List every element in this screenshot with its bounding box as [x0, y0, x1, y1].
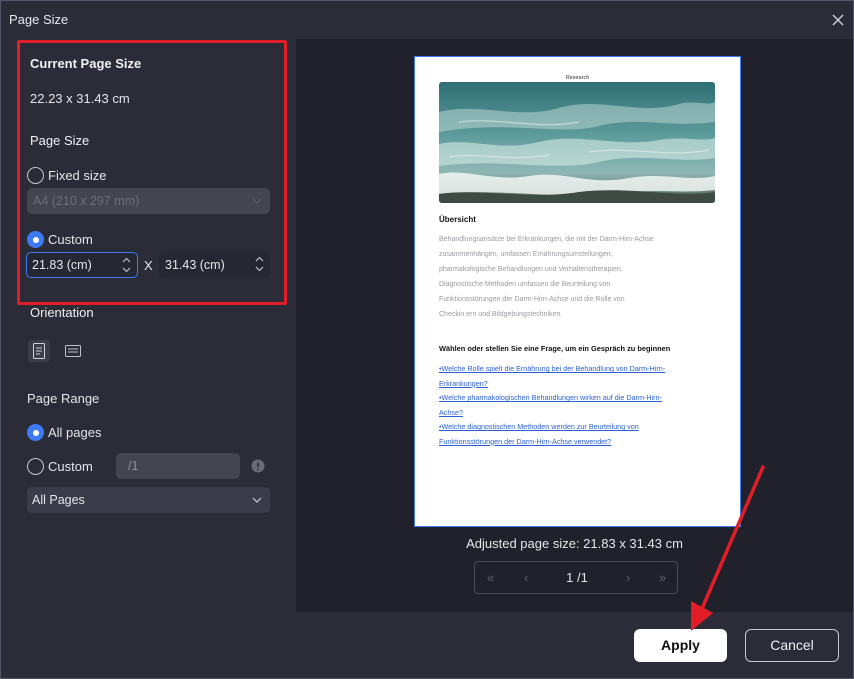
fixed-size-value: A4 (210 x 297 mm)	[33, 194, 140, 208]
preview-link-line: Funktionsstörungen der Darm-Hirn-Achse v…	[439, 436, 612, 446]
current-size-value: 22.23 x 31.43 cm	[30, 91, 130, 106]
all-pages-radio[interactable]	[27, 424, 44, 441]
range-custom-label[interactable]: Custom	[48, 459, 93, 474]
range-custom-radio[interactable]	[27, 458, 44, 475]
preview-paragraph-line: Checkin ern und Bildgebungstechniken.	[439, 311, 563, 318]
landscape-icon	[65, 345, 81, 357]
page-range-select[interactable]: All Pages	[27, 487, 270, 513]
preview-link-line: •Welche Rolle spielt die Ernährung bei d…	[439, 364, 666, 373]
page-navigator: « ‹ 1 /1 › »	[474, 561, 678, 594]
preview-heading-question: Wählen oder stellen Sie eine Frage, um e…	[439, 344, 671, 353]
height-input[interactable]: 31.43 (cm)	[159, 252, 270, 278]
preview-heading-overview: Übersicht	[439, 215, 476, 224]
page-size-heading: Page Size	[30, 133, 90, 148]
preview-question-links: •Welche Rolle spielt die Ernährung bei d…	[439, 362, 729, 449]
custom-size-radio[interactable]	[27, 231, 44, 248]
preview-link-line: •Welche pharmakologischen Behandlungen w…	[439, 393, 662, 402]
preview-link-line: Erkrankungen?	[439, 378, 488, 388]
fixed-size-radio[interactable]	[27, 167, 44, 184]
chevron-down-icon	[252, 497, 262, 503]
page-range-select-value: All Pages	[32, 493, 85, 507]
cancel-button[interactable]: Cancel	[745, 629, 839, 662]
adjusted-size-text: Adjusted page size: 21.83 x 31.43 cm	[466, 536, 683, 551]
preview-link-line: •Welche diagnostischen Methoden werden z…	[439, 422, 639, 431]
page-header-text: Research	[565, 75, 590, 81]
dialog-title: Page Size	[9, 12, 69, 27]
apply-button[interactable]: Apply	[634, 629, 727, 662]
info-icon[interactable]	[251, 459, 265, 473]
page-number: 1 /1	[566, 570, 588, 585]
preview-paragraph-line: zusammenhängen, umfassen Ernährungsumste…	[439, 251, 613, 258]
current-size-heading: Current Page Size	[30, 56, 142, 71]
fixed-size-select: A4 (210 x 297 mm)	[27, 188, 270, 214]
width-value: 21.83 (cm)	[32, 258, 92, 272]
page-range-heading: Page Range	[27, 391, 100, 406]
preview-paragraph-line: pharmakologische Behandlungen und Verhal…	[439, 266, 623, 273]
orientation-heading: Orientation	[30, 305, 94, 320]
custom-size-label[interactable]: Custom	[48, 232, 93, 247]
preview-paragraph-line: Behandlungsansätze bei Erkrankungen, die…	[439, 236, 654, 243]
page-range-input: /1	[116, 453, 240, 479]
close-icon[interactable]	[830, 12, 846, 28]
page-preview: Research Übersicht Behandlungsansätze be…	[414, 56, 741, 527]
next-page-button[interactable]: ›	[626, 570, 630, 585]
page-range-placeholder: /1	[128, 459, 139, 473]
ocean-wave-image	[439, 82, 715, 203]
landscape-orientation-button[interactable]	[62, 340, 84, 362]
page-size-dialog: Page Size Current Page Size 22.23 x 31.4…	[0, 0, 854, 679]
portrait-orientation-button[interactable]	[28, 340, 50, 362]
height-value: 31.43 (cm)	[165, 258, 225, 272]
title-bar: Page Size	[1, 1, 853, 39]
preview-paragraph-line: Diagnostische Methoden umfassen die Beur…	[439, 281, 611, 288]
preview-paragraph: Behandlungsansätze bei Erkrankungen, die…	[439, 232, 719, 322]
last-page-button[interactable]: »	[659, 570, 666, 585]
width-input[interactable]: 21.83 (cm)	[26, 252, 138, 278]
chevron-down-icon	[252, 198, 262, 204]
all-pages-label[interactable]: All pages	[48, 425, 101, 440]
preview-paragraph-line: Funktionsstörungen der Darm-Hirn-Achse u…	[439, 296, 625, 303]
preview-link-line: Achse?	[439, 407, 463, 417]
height-stepper-icon[interactable]	[255, 255, 264, 273]
fixed-size-label[interactable]: Fixed size	[48, 168, 107, 183]
portrait-icon	[33, 343, 45, 359]
width-stepper-icon[interactable]	[122, 256, 131, 274]
size-separator: X	[144, 258, 153, 273]
